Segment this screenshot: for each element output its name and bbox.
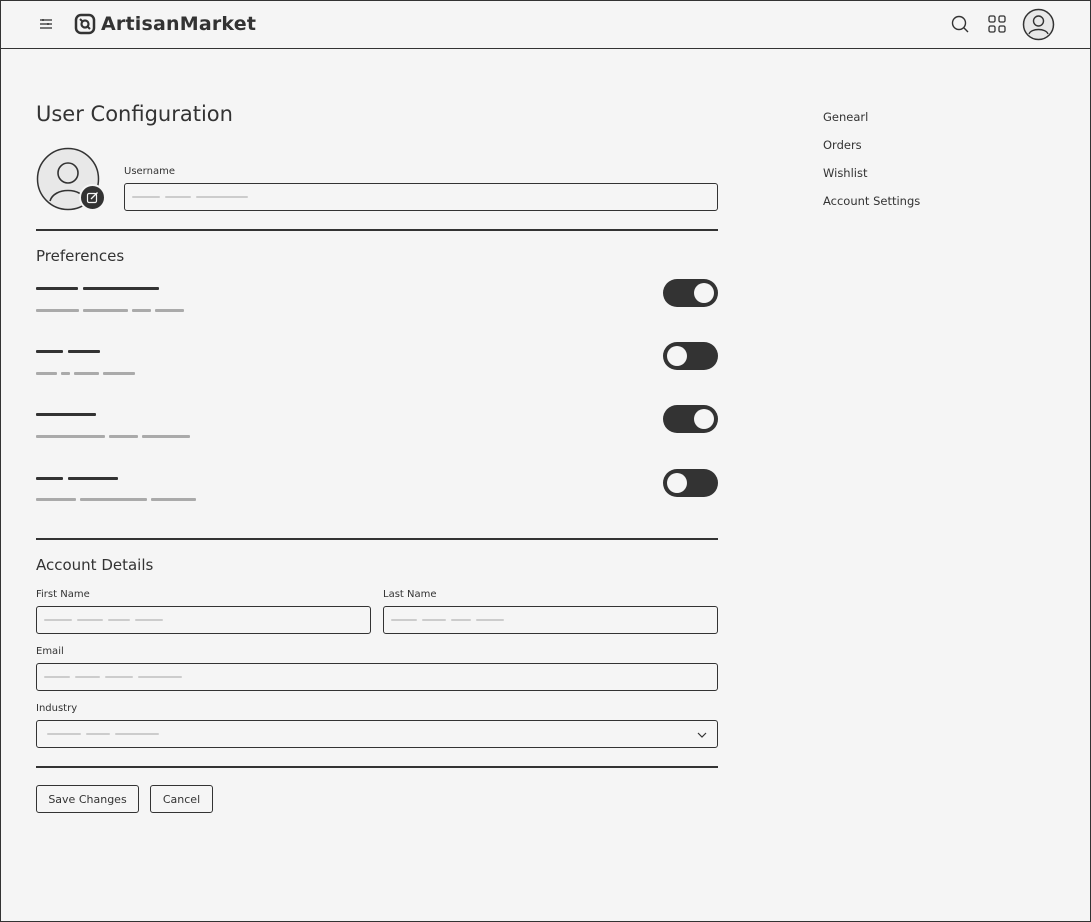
placeholder-line: [44, 676, 70, 678]
last-name-label: Last Name: [383, 589, 437, 600]
toggle-knob: [667, 473, 687, 493]
preference-description: [36, 435, 190, 438]
preferences-title: Preferences: [36, 247, 125, 265]
first-name-label: First Name: [36, 589, 90, 600]
placeholder-line: [115, 733, 159, 735]
industry-label: Industry: [36, 703, 78, 714]
cancel-button[interactable]: Cancel: [150, 785, 213, 813]
side-nav-general[interactable]: Genearl: [823, 110, 868, 124]
preference-toggle-1[interactable]: [663, 279, 718, 307]
preference-title: [36, 477, 118, 480]
side-nav-account-settings[interactable]: Account Settings: [823, 194, 920, 208]
placeholder-line: [391, 619, 417, 621]
placeholder-line: [108, 619, 130, 621]
first-name-input[interactable]: [36, 606, 371, 634]
app-frame: [0, 0, 1091, 922]
toggle-knob: [694, 283, 714, 303]
toggle-knob: [694, 409, 714, 429]
placeholder-line: [132, 196, 160, 198]
placeholder-line: [476, 619, 504, 621]
save-changes-button[interactable]: Save Changes: [36, 785, 139, 813]
logo-icon: [74, 13, 96, 35]
placeholder-line: [135, 619, 163, 621]
brand-name: ArtisanMarket: [101, 13, 257, 35]
preference-toggle-4[interactable]: [663, 469, 718, 497]
side-nav-orders[interactable]: Orders: [823, 138, 862, 152]
preference-toggle-2[interactable]: [663, 342, 718, 370]
preference-title: [36, 413, 96, 416]
placeholder-line: [422, 619, 446, 621]
toggle-knob: [667, 346, 687, 366]
preference-title: [36, 287, 159, 290]
section-divider: [36, 229, 718, 231]
placeholder-line: [86, 733, 110, 735]
placeholder-line: [165, 196, 191, 198]
placeholder-line: [75, 676, 100, 678]
placeholder-line: [105, 676, 133, 678]
placeholder-line: [47, 733, 81, 735]
edit-icon: [86, 192, 98, 204]
username-input[interactable]: [124, 183, 718, 211]
side-nav-wishlist[interactable]: Wishlist: [823, 166, 867, 180]
apps-grid-icon[interactable]: [987, 14, 1007, 34]
menu-icon[interactable]: [37, 15, 55, 33]
edit-avatar-button[interactable]: [79, 184, 106, 211]
preference-description: [36, 372, 135, 375]
placeholder-line: [44, 619, 72, 621]
preference-title: [36, 350, 100, 353]
email-label: Email: [36, 646, 64, 657]
section-divider: [36, 538, 718, 540]
preference-description: [36, 498, 196, 501]
chevron-down-icon[interactable]: [696, 729, 708, 741]
placeholder-line: [196, 196, 248, 198]
top-bar: ArtisanMarket: [0, 0, 1091, 49]
account-details-title: Account Details: [36, 556, 154, 574]
section-divider: [36, 766, 718, 768]
page-title: User Configuration: [36, 102, 233, 126]
search-icon[interactable]: [950, 14, 970, 34]
username-label: Username: [124, 166, 175, 177]
brand-logo[interactable]: ArtisanMarket: [74, 12, 256, 36]
last-name-input[interactable]: [383, 606, 718, 634]
placeholder-line: [77, 619, 103, 621]
placeholder-line: [451, 619, 471, 621]
preference-description: [36, 309, 184, 312]
user-avatar-icon[interactable]: [1022, 8, 1055, 41]
industry-select[interactable]: [36, 720, 718, 748]
preference-toggle-3[interactable]: [663, 405, 718, 433]
placeholder-line: [138, 676, 182, 678]
email-input[interactable]: [36, 663, 718, 691]
